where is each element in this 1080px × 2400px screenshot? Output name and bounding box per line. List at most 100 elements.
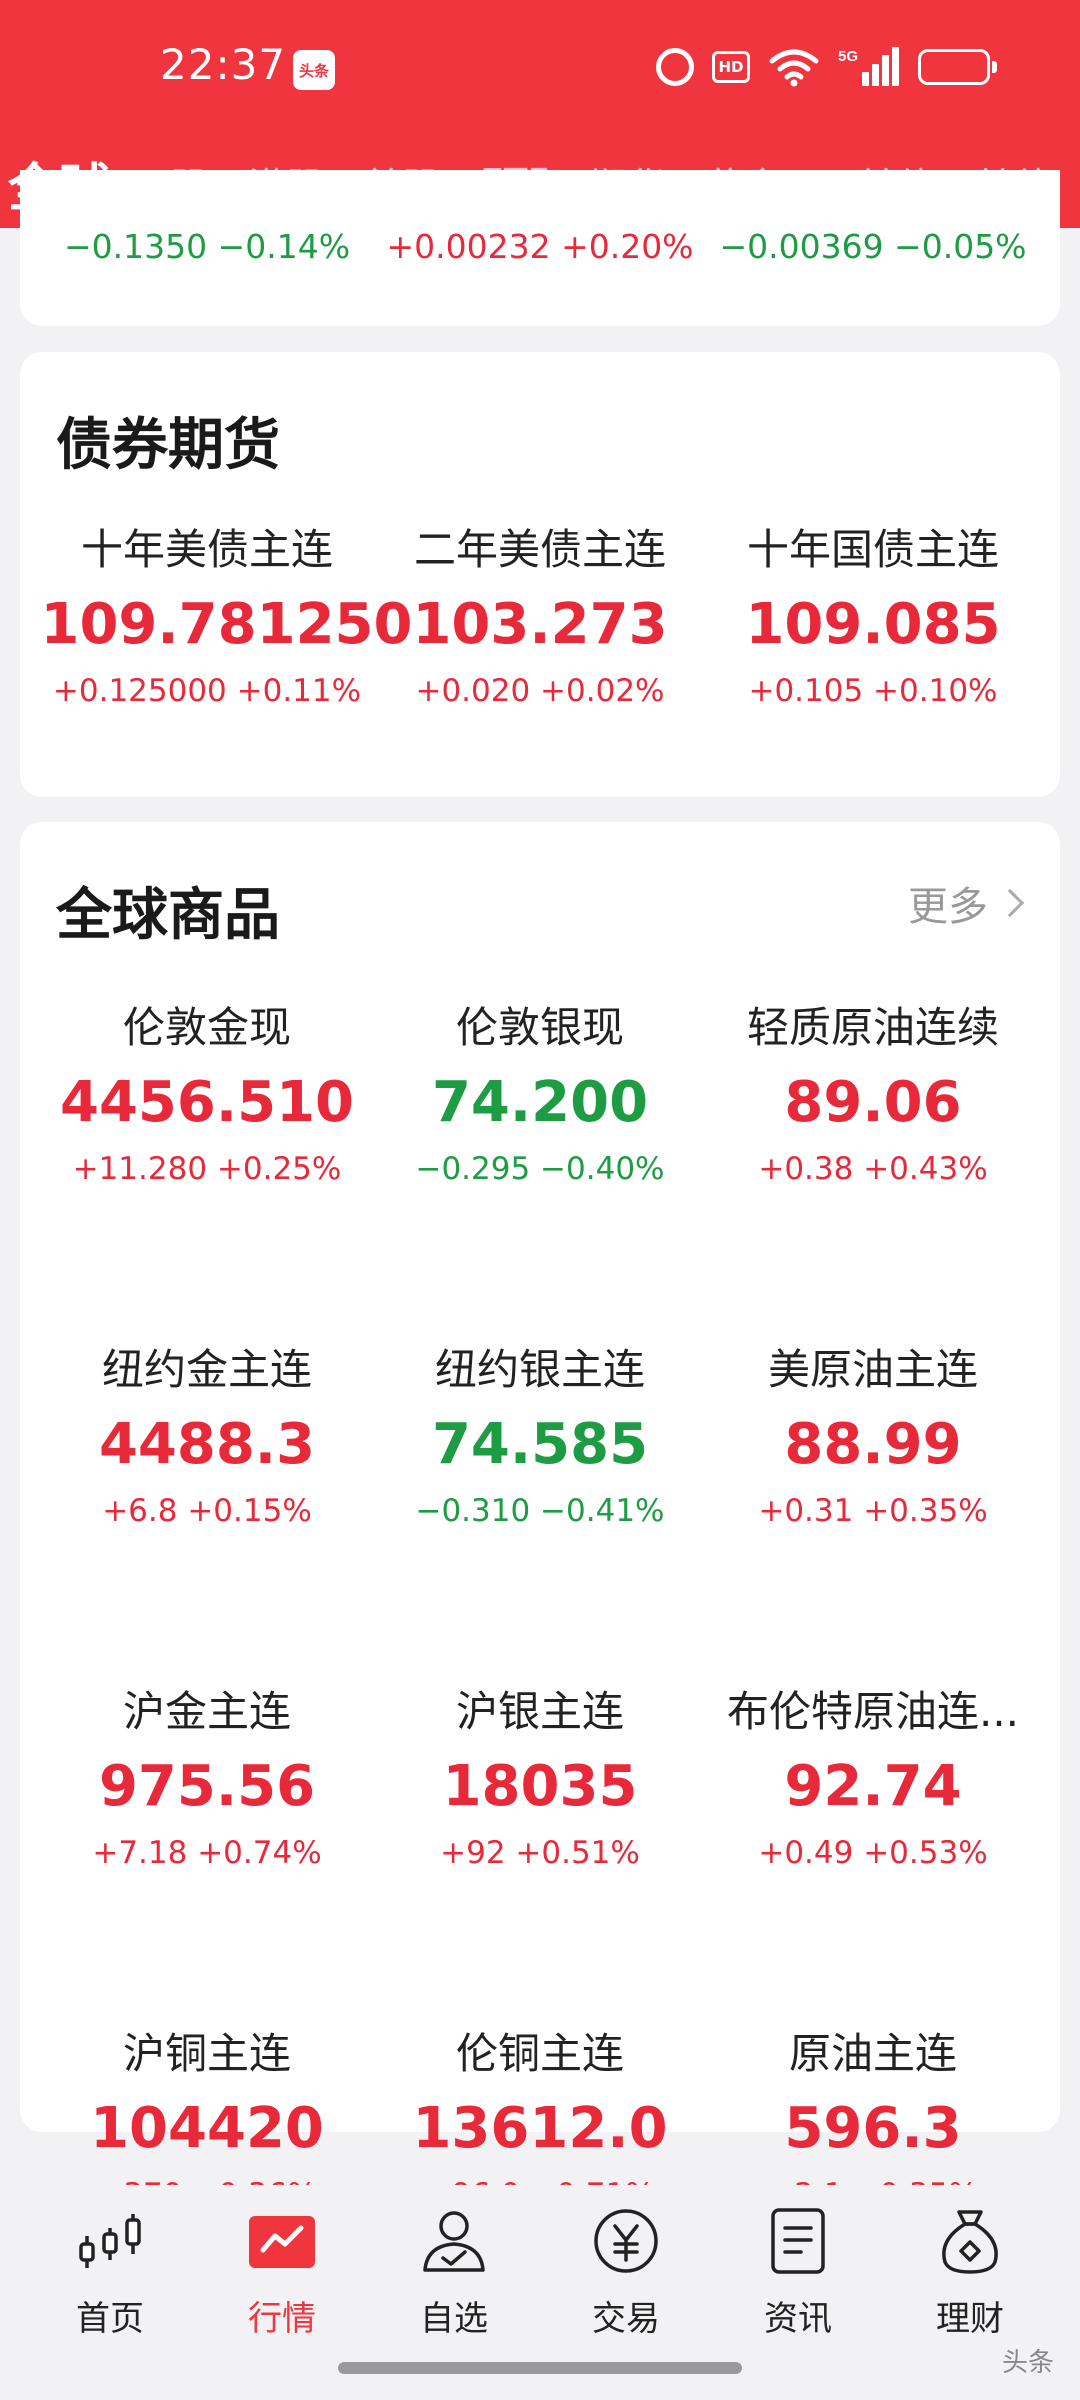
quote-change: +0.00232 +0.20% (386, 227, 694, 266)
quote-change: −0.310 −0.41% (415, 1493, 665, 1529)
wifi-icon (768, 47, 820, 87)
global-commodities-grid: 伦敦金现 4456.510 +11.280 +0.25% 伦敦银现 74.200 −0.2… (20, 1000, 1060, 2216)
alarm-icon (656, 48, 694, 86)
partial-index-card: −0.1350 −0.14% +0.00232 +0.20% −0.00369 −0… (20, 170, 1060, 326)
quote-item[interactable]: 纽约银主连 74.585 −0.310 −0.41% (374, 1342, 707, 1532)
quote-name: 伦敦银现 (455, 1003, 624, 1052)
quote-item[interactable]: 伦敦金现 4456.510 +11.280 +0.25% (41, 1000, 374, 1190)
quote-name: 十年国债主连 (746, 525, 999, 574)
quote-change: −0.295 −0.40% (415, 1151, 665, 1187)
quote-price: 596.3 (784, 2096, 962, 2161)
quote-price: 13612.0 (412, 2096, 668, 2161)
nav-label: 行情 (248, 2299, 316, 2339)
quote-name: 十年美债主连 (80, 525, 333, 574)
more-label: 更多 (908, 884, 988, 930)
quote-item[interactable]: 沪银主连 18035 +92 +0.51% (374, 1684, 707, 1874)
global-commodities-title: 全球商品 (56, 883, 280, 948)
yuan-coin-icon (590, 2205, 662, 2277)
quote-price: 104420 (90, 2096, 324, 2161)
quote-price: 103.273 (412, 592, 668, 657)
trend-chart-icon (246, 2205, 318, 2277)
quote-price: 74.585 (431, 1412, 649, 1477)
quote-change: −0.00369 −0.05% (719, 227, 1027, 266)
quote-price: 89.06 (784, 1070, 962, 1135)
document-icon (762, 2205, 834, 2277)
money-bag-icon (934, 2205, 1006, 2277)
quote-item[interactable]: 十年美债主连 109.781250 +0.125000 +0.11% (40, 522, 413, 712)
nav-item[interactable]: 资讯 (718, 2205, 878, 2340)
quote-item[interactable]: −0.00369 −0.05% (707, 170, 1040, 268)
quote-item[interactable]: 沪金主连 975.56 +7.18 +0.74% (41, 1684, 374, 1874)
quote-item[interactable]: 布伦特原油连... 92.74 +0.49 +0.53% (707, 1684, 1040, 1874)
nav-item[interactable]: 首页 (30, 2205, 190, 2340)
nav-label: 首页 (76, 2299, 144, 2339)
user-check-icon (418, 2205, 490, 2277)
quote-name: 原油主连 (788, 2029, 957, 2078)
nav-item[interactable]: 行情 (202, 2205, 362, 2340)
quote-change: +7.18 +0.74% (92, 1835, 322, 1871)
quote-change: +0.38 +0.43% (758, 1151, 988, 1187)
quote-price: 109.085 (745, 592, 1001, 657)
quote-name: 布伦特原油连... (726, 1687, 1020, 1736)
quote-item[interactable]: 美原油主连 88.99 +0.31 +0.35% (707, 1342, 1040, 1532)
quote-price: 74.200 (431, 1070, 649, 1135)
quote-item[interactable]: 十年国债主连 109.085 +0.105 +0.10% (707, 522, 1040, 712)
nav-label: 交易 (592, 2299, 660, 2339)
status-time: 22:37 (160, 40, 287, 89)
quote-price: 4488.3 (98, 1412, 316, 1477)
nav-label: 资讯 (764, 2299, 832, 2339)
quote-change: +0.020 +0.02% (415, 673, 665, 709)
quote-price: 109.781250 (40, 592, 413, 657)
toutiao-watermark: 头条 (1001, 2348, 1054, 2378)
candlestick-icon (74, 2205, 146, 2277)
quote-name: 二年美债主连 (413, 525, 666, 574)
status-icons: HD 5G (656, 46, 997, 88)
quote-item[interactable]: 伦敦银现 74.200 −0.295 −0.40% (374, 1000, 707, 1190)
home-indicator[interactable] (338, 2362, 742, 2374)
quote-name: 美原油主连 (767, 1345, 978, 1394)
chevron-right-icon (995, 888, 1025, 918)
nav-label: 自选 (420, 2299, 488, 2339)
quote-change: +0.125000 +0.11% (52, 673, 362, 709)
quote-item[interactable]: 纽约金主连 4488.3 +6.8 +0.15% (41, 1342, 374, 1532)
quote-change: +11.280 +0.25% (72, 1151, 342, 1187)
quote-item[interactable]: −0.1350 −0.14% (41, 170, 374, 268)
quote-change: −0.1350 −0.14% (63, 227, 351, 266)
hd-icon: HD (712, 51, 750, 83)
quote-item[interactable]: +0.00232 +0.20% (374, 170, 707, 268)
quote-name: 沪银主连 (455, 1687, 624, 1736)
quote-name: 轻质原油连续 (746, 1003, 999, 1052)
quote-name: 伦铜主连 (455, 2029, 624, 2078)
global-commodities-card: 全球商品 更多 伦敦金现 4456.510 +11.280 +0.25% 伦敦银现 74… (20, 822, 1060, 2213)
quote-price: 18035 (442, 1754, 638, 1819)
status-bar: 22:37 头条 HD 5G (0, 0, 1080, 138)
quote-name: 沪铜主连 (122, 2029, 291, 2078)
partial-index-grid: −0.1350 −0.14% +0.00232 +0.20% −0.00369 −0… (20, 170, 1060, 268)
nav-item[interactable]: 理财 (890, 2205, 1050, 2340)
bond-futures-card: 债券期货 十年美债主连 109.781250 +0.125000 +0.11% 二年美… (20, 352, 1060, 797)
quote-price: 4456.510 (59, 1070, 355, 1135)
quote-change: +0.31 +0.35% (758, 1493, 988, 1529)
quote-change: +92 +0.51% (440, 1835, 640, 1871)
battery-icon (918, 49, 997, 85)
bond-futures-grid: 十年美债主连 109.781250 +0.125000 +0.11% 二年美债主连 10… (20, 522, 1060, 712)
nav-item[interactable]: 自选 (374, 2205, 534, 2340)
hd-label: HD (712, 51, 750, 83)
quote-name: 纽约银主连 (434, 1345, 645, 1394)
quote-name: 沪金主连 (122, 1687, 291, 1736)
signal-5g-icon: 5G (838, 46, 900, 88)
more-commodities-link[interactable]: 更多 (908, 874, 1025, 932)
quote-name: 纽约金主连 (101, 1345, 312, 1394)
bottom-nav-items: 首页 行情 自选 交易 资讯 理财 (0, 2205, 1080, 2340)
quote-price: 92.74 (784, 1754, 962, 1819)
network-type-label: 5G (838, 48, 858, 65)
quote-change: +6.8 +0.15% (102, 1493, 312, 1529)
quote-item[interactable]: 二年美债主连 103.273 +0.020 +0.02% (374, 522, 707, 712)
nav-item[interactable]: 交易 (546, 2205, 706, 2340)
quote-change: +0.105 +0.10% (748, 673, 998, 709)
nav-label: 理财 (936, 2299, 1004, 2339)
quote-price: 88.99 (784, 1412, 962, 1477)
quote-item[interactable]: 轻质原油连续 89.06 +0.38 +0.43% (707, 1000, 1040, 1190)
toutiao-app-icon: 头条 (293, 50, 335, 90)
quote-name: 伦敦金现 (122, 1003, 291, 1052)
